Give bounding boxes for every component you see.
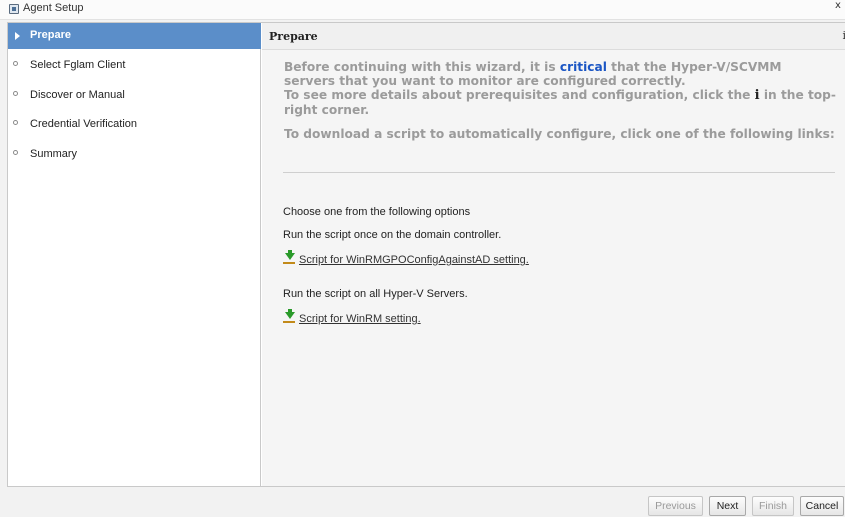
finish-button[interactable]: Finish: [752, 496, 794, 516]
sidebar-item-prepare[interactable]: Prepare: [8, 23, 261, 49]
close-icon[interactable]: x: [835, 0, 845, 12]
sidebar-item-label: Summary: [30, 148, 78, 160]
sidebar-item-label: Credential Verification: [30, 118, 138, 130]
section-divider: [283, 172, 835, 173]
winrm-script-link[interactable]: Script for WinRM setting.: [283, 309, 421, 325]
warning-text-start: Before continuing with this wizard, it i…: [284, 60, 560, 74]
prerequisites-notice: Before continuing with this wizard, it i…: [284, 60, 836, 141]
agent-setup-window: Agent Setup x Prepare Select Fglam Clien…: [0, 0, 845, 517]
download-arrow-icon: [283, 309, 297, 324]
content-header: Prepare i: [262, 23, 845, 50]
window-title: Agent Setup: [23, 2, 84, 14]
sidebar-item-label: Select Fglam Client: [30, 59, 126, 71]
link-text: Script for WinRMGPOConfigAgainstAD setti…: [299, 254, 529, 266]
sidebar-item-label: Discover or Manual: [30, 89, 125, 101]
link-text: Script for WinRM setting.: [299, 313, 421, 325]
next-button[interactable]: Next: [709, 496, 746, 516]
title-bar: Agent Setup x: [0, 0, 845, 20]
wizard-frame: Prepare Select Fglam Client Discover or …: [7, 22, 845, 487]
previous-button[interactable]: Previous: [648, 496, 703, 516]
step-bullet-icon: [13, 150, 18, 155]
sidebar-item-discover-or-manual[interactable]: Discover or Manual: [8, 83, 261, 109]
sidebar-item-credential-verification[interactable]: Credential Verification: [8, 112, 261, 138]
details-hint: To see more details about prerequisites …: [284, 88, 836, 117]
sidebar-item-select-fglam-client[interactable]: Select Fglam Client: [8, 53, 261, 79]
details-text-start: To see more details about prerequisites …: [284, 88, 755, 102]
download-instructions: To download a script to automatically co…: [284, 127, 835, 141]
option1-description: Run the script once on the domain contro…: [283, 229, 502, 241]
critical-emphasis: critical: [559, 60, 607, 74]
wizard-steps-sidebar: Prepare Select Fglam Client Discover or …: [8, 23, 261, 486]
sidebar-item-summary[interactable]: Summary: [8, 142, 261, 168]
step-content-panel: Prepare i Before continuing with this wi…: [262, 23, 845, 486]
step-bullet-icon: [13, 91, 18, 96]
option2-description: Run the script on all Hyper-V Servers.: [283, 288, 468, 300]
sidebar-item-label: Prepare: [30, 29, 71, 41]
winrmgpo-script-link[interactable]: Script for WinRMGPOConfigAgainstAD setti…: [283, 250, 529, 266]
step-bullet-icon: [13, 61, 18, 66]
prerequisites-warning: Before continuing with this wizard, it i…: [284, 60, 836, 88]
options-heading: Choose one from the following options: [283, 206, 471, 218]
active-step-arrow-icon: [15, 32, 20, 40]
page-title: Prepare: [269, 30, 318, 43]
step-bullet-icon: [13, 120, 18, 125]
download-arrow-icon: [283, 250, 297, 265]
wizard-footer: Previous Next Finish Cancel: [7, 487, 845, 517]
cancel-button[interactable]: Cancel: [800, 496, 844, 516]
app-window-icon: [9, 4, 19, 14]
